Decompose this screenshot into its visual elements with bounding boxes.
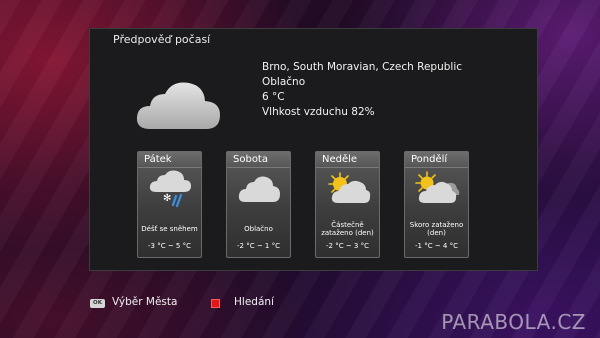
forecast-temperature: -1 °C ~ 4 °C bbox=[415, 242, 458, 250]
temperature-text: 6 °C bbox=[262, 91, 285, 103]
panel-title: Předpověď počasí bbox=[113, 33, 211, 46]
forecast-condition: Déšť se sněhem bbox=[141, 224, 198, 233]
cloud-icon bbox=[136, 82, 220, 129]
watermark-logo: PARABOLA.CZ bbox=[441, 310, 586, 334]
forecast-temperature: -3 °C ~ 5 °C bbox=[148, 242, 191, 250]
forecast-temperature: -2 °C ~ 3 °C bbox=[326, 242, 369, 250]
forecast-day-name: Pondělí bbox=[405, 152, 468, 168]
weather-forecast-panel: Předpověď počasí Brno, South Moravian, C… bbox=[89, 28, 538, 271]
forecast-condition: Částečně zataženo (den) bbox=[321, 220, 374, 238]
svg-text:✻: ✻ bbox=[163, 193, 171, 204]
forecast-day-name: Neděle bbox=[316, 152, 379, 168]
forecast-day-name: Pátek bbox=[138, 152, 201, 168]
select-city-action[interactable]: Výběr Města bbox=[112, 296, 177, 308]
location-text: Brno, South Moravian, Czech Republic bbox=[262, 61, 463, 73]
search-action[interactable]: Hledání bbox=[234, 296, 274, 308]
forecast-temperature: -2 °C ~ 1 °C bbox=[237, 242, 280, 250]
partly-cloudy-icon bbox=[328, 172, 371, 203]
forecast-card-sunday[interactable]: Neděle Částečně zataženo (den) -2 °C ~ 3… bbox=[315, 151, 380, 258]
forecast-card-saturday[interactable]: Sobota Oblačno -2 °C ~ 1 °C bbox=[226, 151, 291, 258]
forecast-card-monday[interactable]: Pondělí Skoro zataženo (den) -1 °C ~ 4 °… bbox=[404, 151, 469, 258]
forecast-day-name: Sobota bbox=[227, 152, 290, 168]
red-key-icon bbox=[211, 299, 220, 308]
mostly-cloudy-icon bbox=[415, 171, 460, 203]
forecast-card-friday[interactable]: Pátek ✻ Déšť se sněhem -3 °C ~ 5 °C bbox=[137, 151, 202, 258]
ok-key-icon: OK bbox=[90, 299, 105, 308]
condition-text: Oblačno bbox=[262, 76, 306, 88]
forecast-condition: Skoro zataženo (den) bbox=[409, 220, 464, 238]
cloud-icon bbox=[238, 176, 280, 202]
rain-snow-icon: ✻ bbox=[149, 170, 191, 208]
forecast-condition: Oblačno bbox=[244, 224, 273, 233]
humidity-text: Vlhkost vzduchu 82% bbox=[262, 106, 375, 118]
current-weather-info: Brno, South Moravian, Czech Republic Obl… bbox=[262, 60, 462, 120]
